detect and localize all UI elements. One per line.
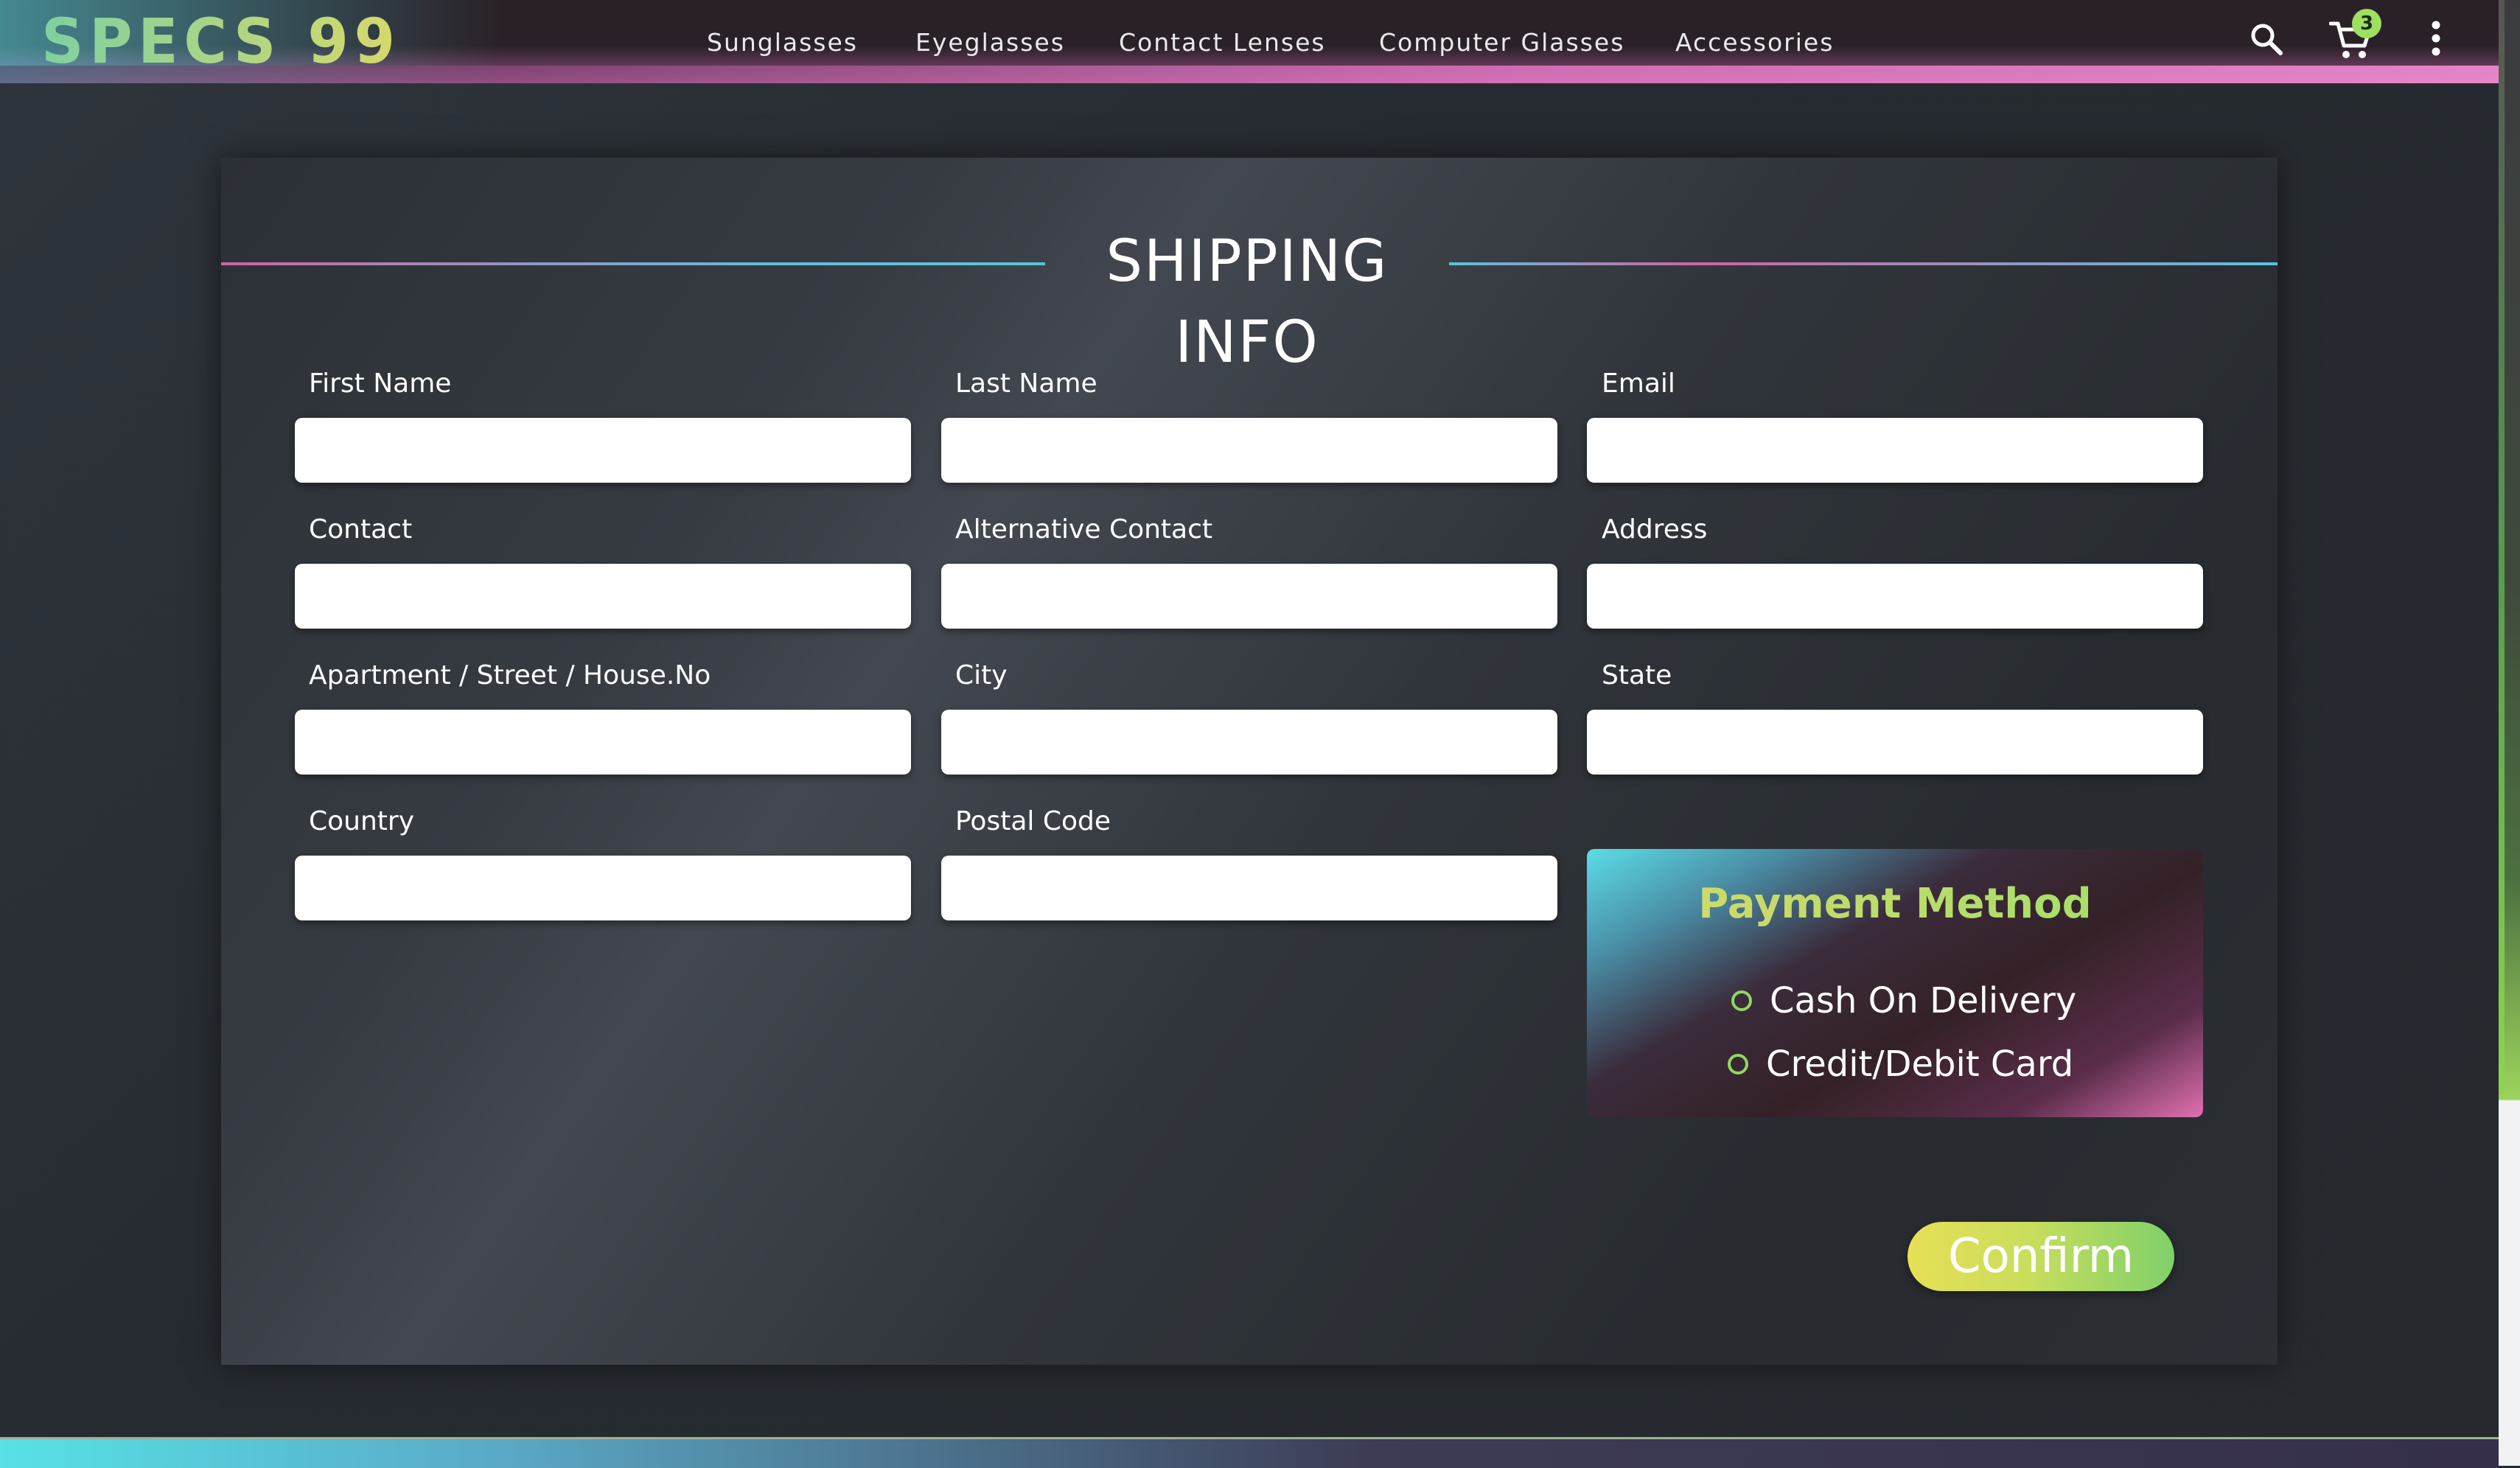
nav-item-accessories[interactable]: Accessories [1675,28,1834,57]
last-name-label: Last Name [955,368,1097,399]
brand-logo[interactable]: SPECS 99 [41,6,401,77]
state-field[interactable] [1587,710,2203,775]
address-field[interactable] [1587,564,2203,629]
title-divider-right [1449,262,2278,265]
page-title: SHIPPING INFO [1106,228,1389,376]
radio-button-icon[interactable] [1731,990,1752,1011]
postal-code-label: Postal Code [955,806,1111,836]
country-field[interactable] [295,856,911,920]
email-field[interactable] [1587,418,2203,483]
address-label: Address [1602,514,1708,545]
payment-option-card-label: Credit/Debit Card [1766,1044,2074,1085]
payment-method-title: Payment Method [1587,880,2203,928]
nav-item-sunglasses[interactable]: Sunglasses [707,28,858,57]
country-label: Country [309,806,415,836]
kebab-menu-icon[interactable] [2425,19,2447,60]
payment-option-cod-label: Cash On Delivery [1770,980,2077,1021]
footer-bar [0,1437,2499,1468]
contact-field[interactable] [295,564,911,629]
state-label: State [1602,660,1672,691]
search-icon[interactable] [2248,21,2285,57]
nav-item-computer-glasses[interactable]: Computer Glasses [1379,28,1624,57]
email-label: Email [1602,368,1675,399]
nav-item-contact-lenses[interactable]: Contact Lenses [1119,28,1326,57]
first-name-label: First Name [309,368,452,399]
payment-option-card[interactable]: Credit/Debit Card [1728,1044,2073,1085]
apartment-field[interactable] [295,710,911,775]
cart-count-badge: 3 [2352,9,2381,38]
confirm-button[interactable]: Confirm [1908,1222,2174,1291]
nav-item-eyeglasses[interactable]: Eyeglasses [915,28,1065,57]
alternative-contact-label: Alternative Contact [955,514,1213,545]
payment-method-panel: Payment Method Cash On Delivery Credit/D… [1587,849,2203,1117]
apartment-label: Apartment / Street / House.No [309,660,711,691]
postal-code-field[interactable] [941,856,1557,920]
city-label: City [955,660,1008,691]
first-name-field[interactable] [295,418,911,483]
page-scrollbar[interactable] [2499,0,2520,1466]
title-divider-left [221,262,1045,265]
last-name-field[interactable] [941,418,1557,483]
radio-button-icon[interactable] [1728,1054,1748,1074]
contact-label: Contact [309,514,413,545]
payment-option-cod[interactable]: Cash On Delivery [1731,980,2076,1021]
city-field[interactable] [941,710,1557,775]
alternative-contact-field[interactable] [941,564,1557,629]
